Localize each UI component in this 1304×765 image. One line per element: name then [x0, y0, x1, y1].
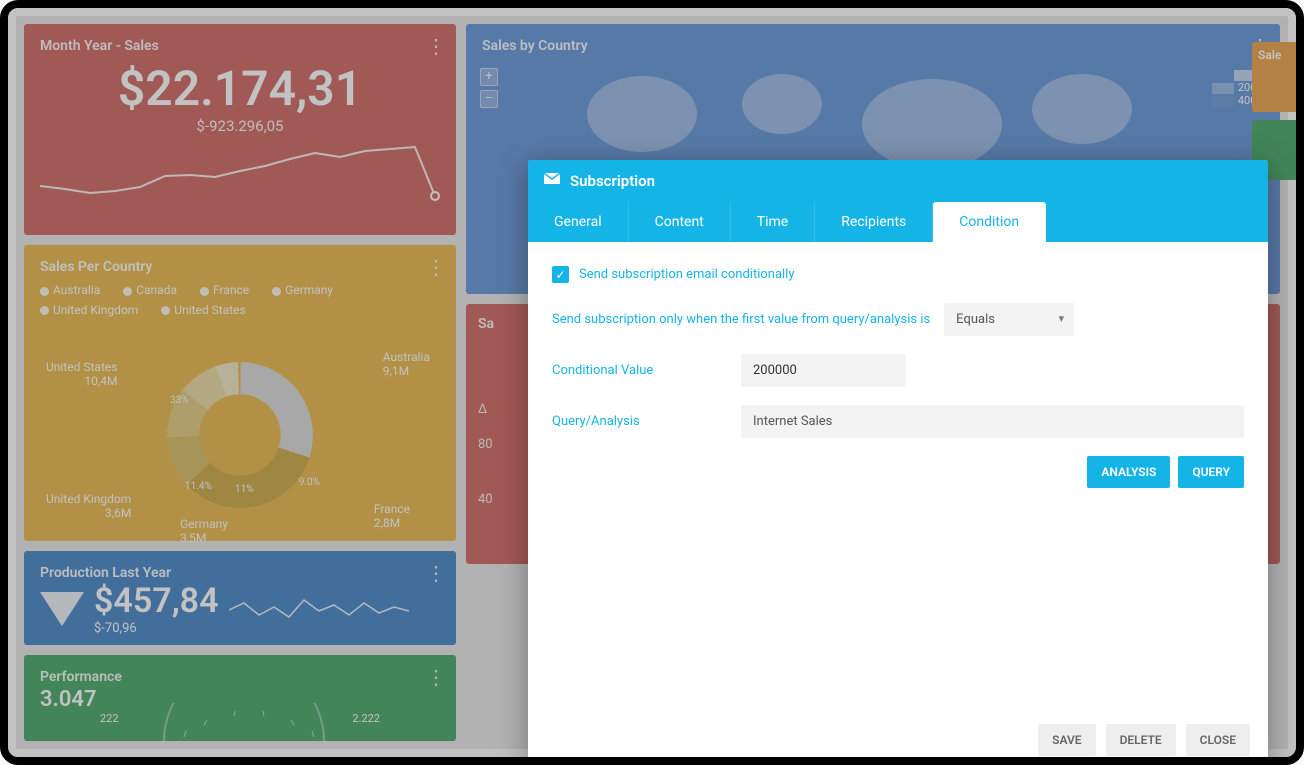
- conditional-checkbox[interactable]: ✓: [552, 266, 569, 283]
- checkbox-label: Send subscription email conditionally: [579, 267, 795, 282]
- cond-value-label: Conditional Value: [552, 363, 727, 378]
- modal-footer: SAVE DELETE CLOSE: [528, 710, 1268, 765]
- condition-lead-text: Send subscription only when the first va…: [552, 312, 930, 327]
- cond-value-input[interactable]: [741, 354, 906, 387]
- tab-general[interactable]: General: [528, 202, 629, 242]
- tab-content[interactable]: Content: [629, 202, 731, 242]
- save-button[interactable]: SAVE: [1038, 724, 1095, 756]
- tab-time[interactable]: Time: [731, 202, 815, 242]
- query-analysis-label: Query/Analysis: [552, 414, 727, 429]
- close-button[interactable]: CLOSE: [1186, 724, 1250, 756]
- operator-select[interactable]: Equals: [944, 303, 1074, 336]
- modal-body: ✓ Send subscription email conditionally …: [528, 242, 1268, 710]
- modal-tabs: General Content Time Recipients Conditio…: [528, 202, 1268, 242]
- delete-button[interactable]: DELETE: [1106, 724, 1176, 756]
- subscription-modal: Subscription General Content Time Recipi…: [528, 160, 1268, 765]
- tab-recipients[interactable]: Recipients: [815, 202, 933, 242]
- query-button[interactable]: QUERY: [1178, 456, 1244, 488]
- app-frame: Month Year - Sales ⋮ $22.174,31 $-923.29…: [0, 0, 1304, 765]
- tab-condition[interactable]: Condition: [933, 202, 1046, 242]
- modal-title: Subscription: [570, 172, 655, 190]
- mail-icon: [544, 172, 560, 190]
- analysis-button[interactable]: ANALYSIS: [1087, 456, 1170, 488]
- query-analysis-value: Internet Sales: [741, 405, 1244, 438]
- modal-header: Subscription: [528, 160, 1268, 202]
